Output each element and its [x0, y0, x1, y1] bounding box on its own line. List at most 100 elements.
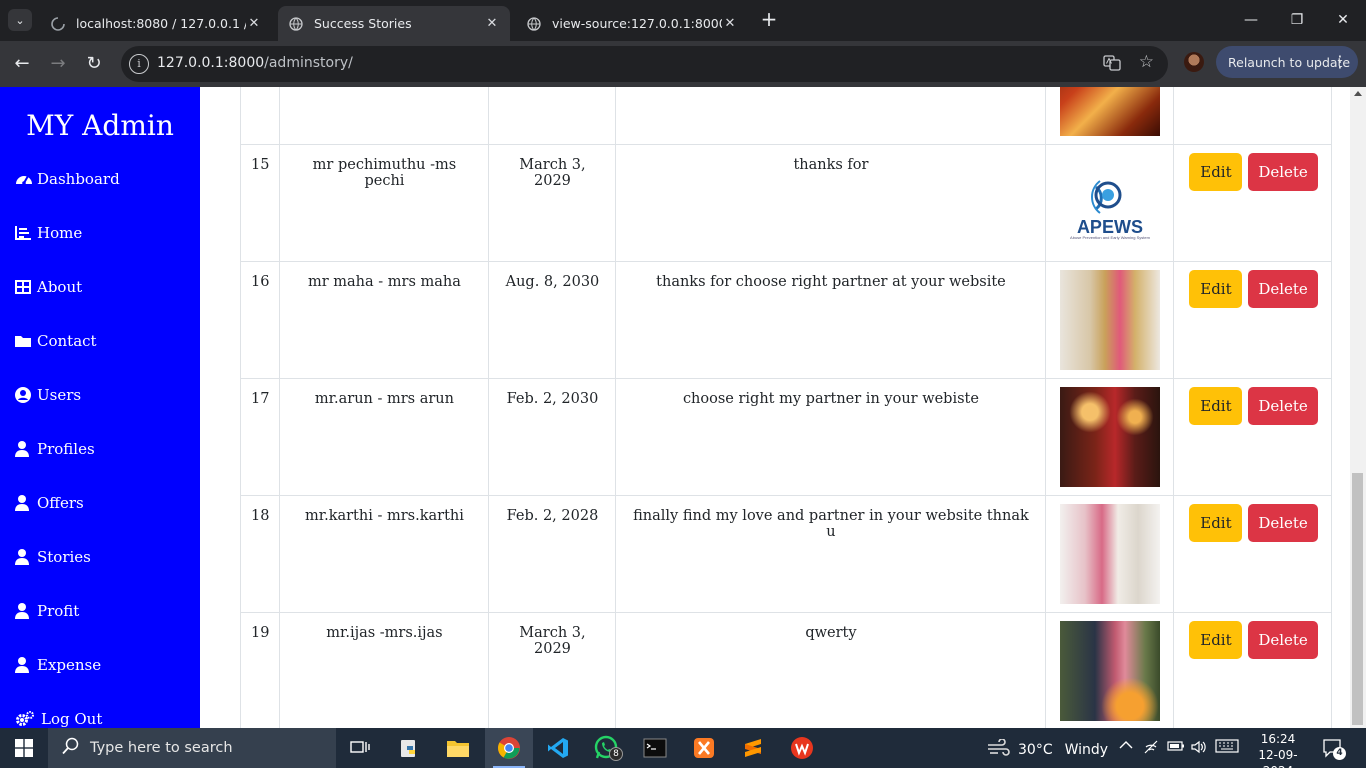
- cell-actions: Edit Delete: [1173, 612, 1333, 728]
- taskbar-search-box[interactable]: Type here to search: [48, 728, 336, 768]
- tab-title: localhost:8080 / 127.0.0.1 / db /: [76, 16, 246, 31]
- delete-button[interactable]: Delete: [1248, 504, 1319, 542]
- back-icon[interactable]: ←: [9, 51, 35, 77]
- sidebar-item-label: Stories: [37, 548, 91, 566]
- loading-icon: [50, 16, 66, 32]
- globe-icon: [288, 16, 304, 32]
- whatsapp-icon[interactable]: 8: [582, 728, 630, 768]
- cell-names: mr pechimuthu -ms pechi: [279, 144, 490, 262]
- xampp-icon[interactable]: [680, 728, 728, 768]
- scrollbar-thumb[interactable]: [1352, 473, 1363, 725]
- keyboard-icon[interactable]: [1215, 739, 1239, 757]
- python-icon[interactable]: [386, 728, 434, 768]
- stories-table: 15 mr pechimuthu -ms pechi March 3, 2029…: [239, 87, 1333, 728]
- cell-actions: [1173, 87, 1333, 145]
- edit-button[interactable]: Edit: [1189, 621, 1243, 659]
- terminal-icon[interactable]: [631, 728, 679, 768]
- sidebar-item-dashboard[interactable]: Dashboard: [15, 167, 120, 191]
- sidebar-item-profit[interactable]: Profit: [15, 599, 79, 623]
- page-scrollbar[interactable]: [1350, 87, 1366, 728]
- tab-view-source[interactable]: view-source:127.0.0.1:8000/read ✕: [516, 6, 748, 41]
- sublime-text-icon[interactable]: [729, 728, 777, 768]
- cell-names: mr.ijas -mrs.ijas: [279, 612, 490, 728]
- window-close-icon[interactable]: ✕: [1320, 8, 1366, 32]
- chevron-up-icon[interactable]: [1119, 739, 1133, 754]
- close-icon[interactable]: ✕: [484, 16, 500, 31]
- cell-names: mr.karthi - mrs.karthi: [279, 495, 490, 613]
- table-row: 16 mr maha - mrs maha Aug. 8, 2030 thank…: [239, 261, 1333, 379]
- sidebar-item-offers[interactable]: Offers: [15, 491, 84, 515]
- cell-date: Feb. 2, 2028: [488, 495, 617, 613]
- delete-button[interactable]: Delete: [1248, 387, 1319, 425]
- brand-title: MY Admin: [26, 109, 174, 142]
- url-text[interactable]: 127.0.0.1:8000/adminstory/: [157, 55, 353, 71]
- cogs-icon: [15, 711, 37, 727]
- cell-names: mr.arun - mrs arun: [279, 378, 490, 496]
- cell-id: 16: [239, 261, 281, 379]
- translate-icon[interactable]: [1102, 54, 1122, 74]
- windows-start-icon[interactable]: [0, 728, 48, 768]
- network-icon[interactable]: [1143, 739, 1161, 759]
- tab-success-stories[interactable]: Success Stories ✕: [278, 6, 510, 41]
- sidebar-item-label: Users: [37, 386, 82, 404]
- delete-button[interactable]: Delete: [1248, 153, 1319, 191]
- bookmark-star-icon[interactable]: ☆: [1139, 52, 1154, 72]
- sidebar-item-profiles[interactable]: Profiles: [15, 437, 95, 461]
- weather-widget[interactable]: 30°C Windy: [986, 738, 1108, 761]
- edit-button[interactable]: Edit: [1189, 387, 1243, 425]
- sidebar-item-label: Expense: [37, 656, 102, 674]
- system-clock[interactable]: 16:24 12-09-2024: [1250, 731, 1306, 768]
- delete-button[interactable]: Delete: [1248, 621, 1319, 659]
- battery-icon[interactable]: [1167, 739, 1185, 757]
- admin-sidebar: MY Admin Dashboard Home About Contact Us…: [0, 87, 200, 728]
- site-info-icon[interactable]: i: [129, 54, 149, 74]
- tab-search-icon[interactable]: ⌄: [8, 9, 32, 31]
- sidebar-item-label: Profiles: [37, 440, 95, 458]
- chrome-icon[interactable]: [485, 728, 533, 768]
- cell-names: mr maha - mrs maha: [279, 261, 490, 379]
- apews-logo-text: APEWS: [1076, 217, 1143, 237]
- wps-office-icon[interactable]: [778, 728, 826, 768]
- table-icon: [15, 280, 33, 294]
- windows-taskbar: Type here to search 8 30°C Windy 16:24 1…: [0, 728, 1366, 768]
- more-menu-icon[interactable]: ⋮: [1332, 52, 1348, 71]
- cell-date: Feb. 2, 2030: [488, 378, 617, 496]
- file-explorer-icon[interactable]: [434, 728, 482, 768]
- close-icon[interactable]: ✕: [722, 16, 738, 31]
- delete-button[interactable]: Delete: [1248, 270, 1319, 308]
- edit-button[interactable]: Edit: [1189, 153, 1243, 191]
- edit-button[interactable]: Edit: [1189, 504, 1243, 542]
- vscode-icon[interactable]: [534, 728, 582, 768]
- scroll-up-icon[interactable]: [1354, 91, 1362, 96]
- task-view-icon[interactable]: [336, 728, 384, 768]
- gauge-icon: [15, 171, 33, 187]
- profile-avatar[interactable]: [1184, 52, 1204, 72]
- tab-phpmyadmin[interactable]: localhost:8080 / 127.0.0.1 / db / ✕: [40, 6, 272, 41]
- sidebar-item-label: Offers: [37, 494, 84, 512]
- sidebar-item-users[interactable]: Users: [15, 383, 81, 407]
- cell-image: [1045, 261, 1175, 379]
- forward-icon[interactable]: →: [45, 51, 71, 77]
- close-icon[interactable]: ✕: [246, 16, 262, 31]
- edit-button[interactable]: Edit: [1189, 270, 1243, 308]
- sidebar-item-label: Contact: [37, 332, 97, 350]
- restore-icon[interactable]: ❐: [1274, 8, 1320, 32]
- new-tab-icon[interactable]: +: [758, 9, 780, 31]
- address-bar[interactable]: i 127.0.0.1:8000/adminstory/ ☆: [121, 46, 1168, 82]
- cell-story: [615, 87, 1047, 145]
- sidebar-item-expense[interactable]: Expense: [15, 653, 101, 677]
- relaunch-button[interactable]: Relaunch to update ⋮: [1216, 46, 1358, 78]
- reload-icon[interactable]: ↻: [81, 51, 107, 77]
- cell-image: Abuse Prevention and Early Warning Syste…: [1045, 144, 1175, 262]
- sidebar-item-home[interactable]: Home: [15, 221, 82, 245]
- sidebar-item-contact[interactable]: Contact: [15, 329, 97, 353]
- sidebar-item-stories[interactable]: Stories: [15, 545, 91, 569]
- cell-actions: Edit Delete: [1173, 261, 1333, 379]
- user-icon: [15, 657, 33, 673]
- sidebar-item-label: Profit: [37, 602, 80, 620]
- notification-icon[interactable]: 4: [1322, 738, 1346, 760]
- cell-image: [1045, 87, 1175, 145]
- sidebar-item-about[interactable]: About: [15, 275, 82, 299]
- volume-icon[interactable]: [1190, 739, 1208, 759]
- minimize-icon[interactable]: —: [1228, 8, 1274, 32]
